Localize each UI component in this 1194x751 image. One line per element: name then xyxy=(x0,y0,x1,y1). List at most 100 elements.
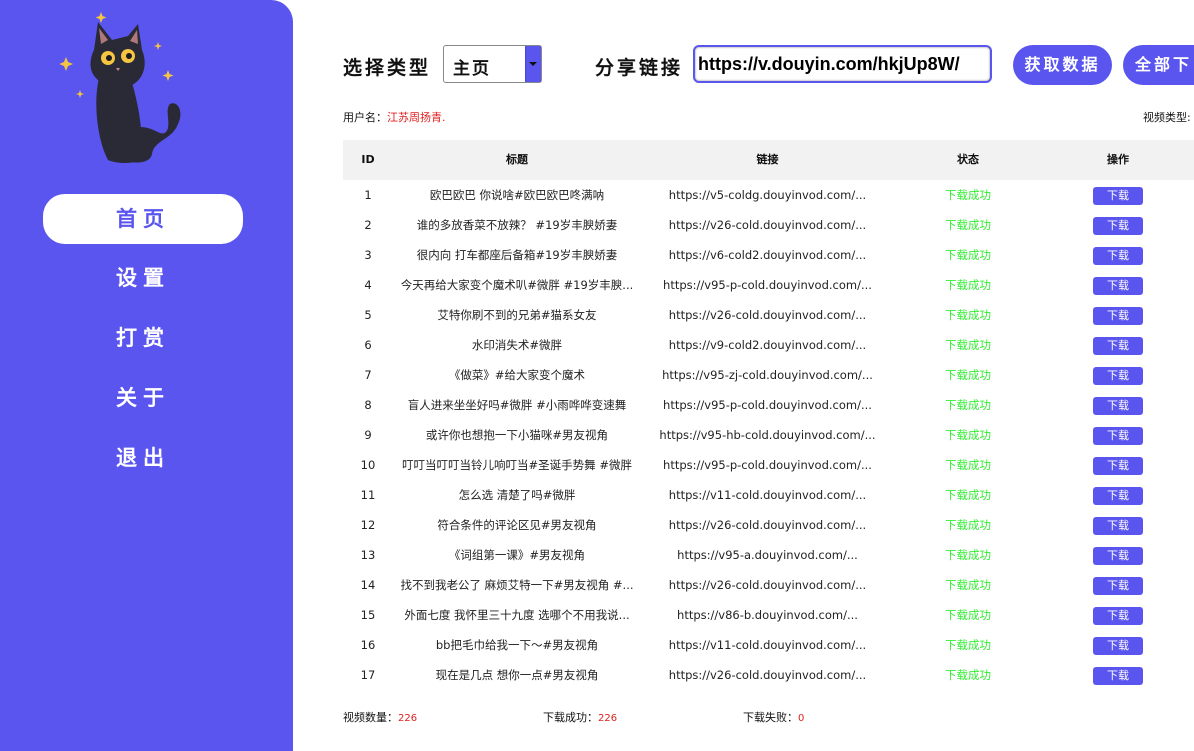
download-button[interactable]: 下载 xyxy=(1093,517,1143,535)
cell-op: 下载 xyxy=(1042,180,1194,210)
header-title: 标题 xyxy=(506,153,528,166)
download-button[interactable]: 下载 xyxy=(1093,607,1143,625)
cell-link: https://v95-zj-cold.douyinvod.com/... xyxy=(662,368,873,382)
sidebar-item-exit[interactable]: 退出 xyxy=(43,433,243,483)
cell-id: 13 xyxy=(360,548,376,562)
table-row: 16 bb把毛巾给我一下～#男友视角 https://v11-cold.douyin… xyxy=(343,630,1194,660)
cell-status: 下载成功 xyxy=(945,668,991,682)
username-value: 江苏周扬青. xyxy=(387,111,446,124)
fetch-data-button[interactable]: 获取数据 xyxy=(1013,45,1112,85)
cell-id: 16 xyxy=(360,638,376,652)
table-row: 17 现在是几点 想你一点#男友视角 https://v26-cold.douyin… xyxy=(343,660,1194,690)
cell-op: 下载 xyxy=(1042,630,1194,660)
cell-link: https://v9-cold2.douyinvod.com/... xyxy=(668,338,867,352)
cell-id: 9 xyxy=(364,428,372,442)
cell-status: 下载成功 xyxy=(945,218,991,232)
header-status: 状态 xyxy=(957,153,979,166)
cell-link: https://v95-p-cold.douyinvod.com/... xyxy=(663,458,872,472)
video-table: ID 标题 链接 状态 操作 1 欧巴欧巴 你说啥#欧巴欧巴咚满呐 https://… xyxy=(343,140,1194,690)
cell-title: 符合条件的评论区见#男友视角 xyxy=(437,518,597,532)
download-button[interactable]: 下载 xyxy=(1093,277,1143,295)
download-button[interactable]: 下载 xyxy=(1093,457,1143,475)
video-count: 视频数量：226 xyxy=(343,709,417,725)
cell-id: 10 xyxy=(360,458,376,472)
cell-title: 怎么选 清楚了吗#微胖 xyxy=(458,488,576,502)
download-button[interactable]: 下载 xyxy=(1093,187,1143,205)
type-select[interactable]: 主页 xyxy=(443,45,542,83)
download-button[interactable]: 下载 xyxy=(1093,367,1143,385)
cell-title: 叮叮当叮叮当铃儿响叮当#圣诞手势舞 #微胖 xyxy=(402,458,632,472)
video-count-label: 视频数量： xyxy=(343,711,398,724)
cell-op: 下载 xyxy=(1042,360,1194,390)
cell-link: https://v5-coldg.douyinvod.com/... xyxy=(668,188,867,202)
download-button[interactable]: 下载 xyxy=(1093,577,1143,595)
download-button[interactable]: 下载 xyxy=(1093,307,1143,325)
table-row: 8 盲人进来坐坐好吗#微胖 #小雨哗哗变速舞 https://v95-p-cold.… xyxy=(343,390,1194,420)
fail-count-value: 0 xyxy=(798,713,805,724)
video-type-label: 视频类型: xyxy=(1143,111,1191,124)
table-row: 10 叮叮当叮叮当铃儿响叮当#圣诞手势舞 #微胖 https://v95-p-col… xyxy=(343,450,1194,480)
cell-op: 下载 xyxy=(1042,510,1194,540)
cell-id: 3 xyxy=(364,248,372,262)
cell-title: 外面七度 我怀里三十九度 选哪个不用我说... xyxy=(404,608,630,622)
cell-id: 7 xyxy=(364,368,372,382)
cell-status: 下载成功 xyxy=(945,458,991,472)
table-row: 3 很内向 打车都座后备箱#19岁丰腴娇妻 https://v6-cold2.dou… xyxy=(343,240,1194,270)
table-row: 1 欧巴欧巴 你说啥#欧巴欧巴咚满呐 https://v5-coldg.douyin… xyxy=(343,180,1194,210)
cell-op: 下载 xyxy=(1042,330,1194,360)
download-button[interactable]: 下载 xyxy=(1093,487,1143,505)
share-link-input[interactable] xyxy=(693,45,992,83)
sidebar-item-donate[interactable]: 打赏 xyxy=(43,313,243,363)
cell-status: 下载成功 xyxy=(945,248,991,262)
download-button[interactable]: 下载 xyxy=(1093,247,1143,265)
cell-link: https://v95-a.douyinvod.com/... xyxy=(677,548,858,562)
cell-op: 下载 xyxy=(1042,570,1194,600)
cell-id: 12 xyxy=(360,518,376,532)
fail-count: 下载失败：0 xyxy=(743,709,804,725)
cell-status: 下载成功 xyxy=(945,428,991,442)
cell-op: 下载 xyxy=(1042,210,1194,240)
cell-link: https://v26-cold.douyinvod.com/... xyxy=(668,518,867,532)
cell-link: https://v26-cold.douyinvod.com/... xyxy=(668,668,867,682)
cell-link: https://v95-p-cold.douyinvod.com/... xyxy=(663,278,872,292)
sidebar-item-about[interactable]: 关于 xyxy=(43,373,243,423)
sidebar-item-settings[interactable]: 设置 xyxy=(43,253,243,303)
cell-op: 下载 xyxy=(1042,270,1194,300)
cell-title: bb把毛巾给我一下～#男友视角 xyxy=(435,638,599,652)
download-button[interactable]: 下载 xyxy=(1093,547,1143,565)
download-button[interactable]: 下载 xyxy=(1093,217,1143,235)
sidebar: 首页 设置 打赏 关于 退出 xyxy=(0,0,293,751)
download-button[interactable]: 下载 xyxy=(1093,337,1143,355)
cell-op: 下载 xyxy=(1042,390,1194,420)
download-all-button[interactable]: 全部下 xyxy=(1123,45,1194,85)
download-button[interactable]: 下载 xyxy=(1093,397,1143,415)
dropdown-arrow-icon[interactable] xyxy=(525,46,541,82)
success-count-label: 下载成功： xyxy=(543,711,598,724)
cell-id: 5 xyxy=(364,308,372,322)
download-button[interactable]: 下载 xyxy=(1093,427,1143,445)
cell-status: 下载成功 xyxy=(945,638,991,652)
header-link: 链接 xyxy=(756,153,779,166)
download-button[interactable]: 下载 xyxy=(1093,667,1143,685)
cell-status: 下载成功 xyxy=(945,308,991,322)
cell-link: https://v86-b.douyinvod.com/... xyxy=(677,608,858,622)
table-row: 2 谁的多放香菜不放辣？ #19岁丰腴娇妻 https://v26-cold.dou… xyxy=(343,210,1194,240)
username-info: 用户名：江苏周扬青. xyxy=(343,109,446,125)
cell-op: 下载 xyxy=(1042,660,1194,690)
sidebar-item-home[interactable]: 首页 xyxy=(43,194,243,244)
cell-title: 现在是几点 想你一点#男友视角 xyxy=(435,668,599,682)
table-row: 15 外面七度 我怀里三十九度 选哪个不用我说... https://v86-b.d… xyxy=(343,600,1194,630)
cell-op: 下载 xyxy=(1042,300,1194,330)
cell-status: 下载成功 xyxy=(945,578,991,592)
cell-link: https://v95-hb-cold.douyinvod.com/... xyxy=(659,428,876,442)
cell-op: 下载 xyxy=(1042,540,1194,570)
cell-title: 或许你也想抱一下小猫咪#男友视角 xyxy=(425,428,609,442)
download-button[interactable]: 下载 xyxy=(1093,637,1143,655)
cell-op: 下载 xyxy=(1042,240,1194,270)
cell-id: 2 xyxy=(364,218,372,232)
cell-title: 《做菜》#给大家变个魔术 xyxy=(448,368,586,382)
fail-count-label: 下载失败： xyxy=(743,711,798,724)
cell-status: 下载成功 xyxy=(945,188,991,202)
cell-id: 17 xyxy=(360,668,376,682)
username-label: 用户名： xyxy=(343,111,387,124)
